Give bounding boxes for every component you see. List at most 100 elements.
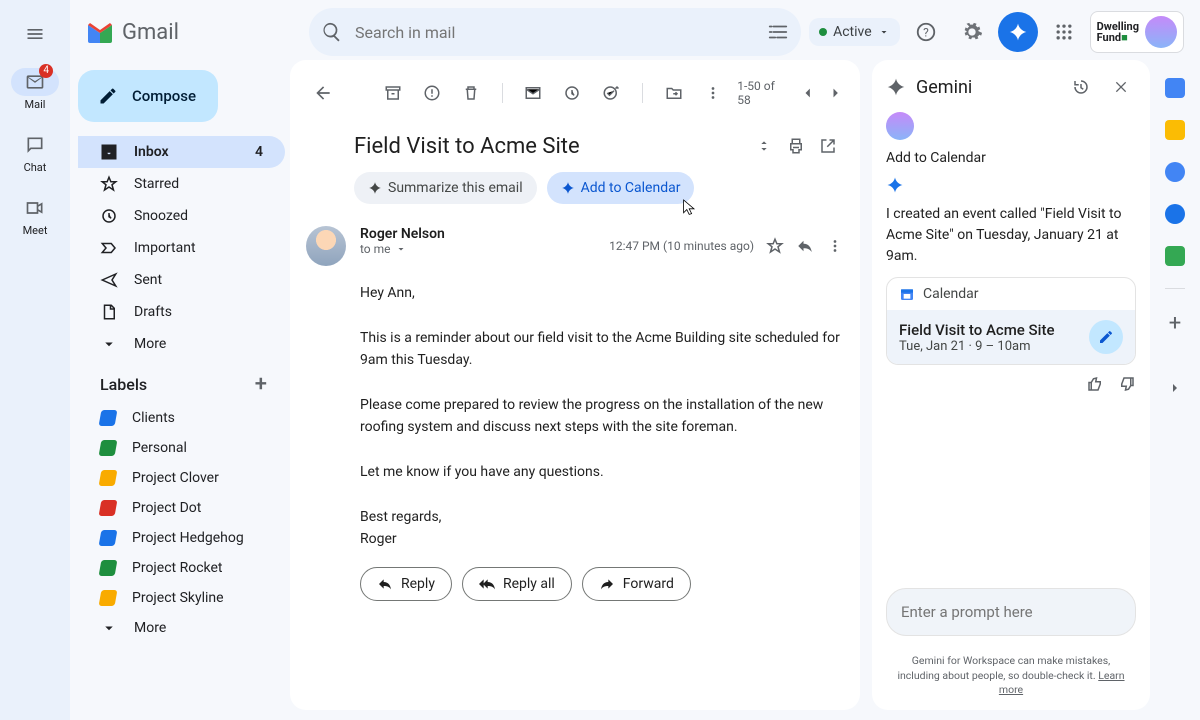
forward-button[interactable]: Forward xyxy=(582,567,691,601)
label-row[interactable]: Clients xyxy=(78,403,285,433)
gemini-button[interactable] xyxy=(998,12,1038,52)
page-prev-button[interactable] xyxy=(799,84,816,102)
reply-all-button[interactable]: Reply all xyxy=(462,567,572,601)
gemini-spark-icon xyxy=(1008,22,1028,42)
message-more-button[interactable] xyxy=(826,237,844,255)
label-row[interactable]: Project Clover xyxy=(78,463,285,493)
task-icon xyxy=(602,84,620,102)
side-app-add[interactable]: + xyxy=(1169,311,1181,336)
star-icon xyxy=(100,175,118,193)
gemini-response-text: I created an event called "Field Visit t… xyxy=(886,204,1136,267)
side-app-contacts[interactable] xyxy=(1165,204,1185,224)
spam-button[interactable] xyxy=(418,78,447,108)
nav-more[interactable]: More xyxy=(78,328,285,360)
settings-button[interactable] xyxy=(952,12,992,52)
thumbs-down-button[interactable] xyxy=(1118,375,1136,393)
gmail-logo-icon xyxy=(86,21,114,43)
nav-drafts[interactable]: Drafts xyxy=(78,296,285,328)
history-icon xyxy=(1072,78,1090,96)
side-rail-collapse[interactable] xyxy=(1167,380,1183,396)
gemini-calendar-card[interactable]: Calendar Field Visit to Acme Site Tue, J… xyxy=(886,277,1136,365)
unfold-icon xyxy=(756,138,772,154)
label-row[interactable]: Project Skyline xyxy=(78,583,285,613)
compose-button[interactable]: Compose xyxy=(78,70,218,122)
rail-mail[interactable]: 4 Mail xyxy=(11,62,59,117)
nav-more-label: More xyxy=(134,336,166,352)
more-vert-icon xyxy=(704,84,722,102)
message-body: Hey Ann, This is a reminder about our fi… xyxy=(306,266,844,561)
snooze-button[interactable] xyxy=(558,78,587,108)
expand-collapse-button[interactable] xyxy=(748,130,780,162)
important-icon xyxy=(100,239,118,257)
nav-starred[interactable]: Starred xyxy=(78,168,285,200)
nav-snoozed[interactable]: Snoozed xyxy=(78,200,285,232)
gemini-context-text: Add to Calendar xyxy=(886,150,1136,166)
star-button[interactable] xyxy=(766,237,784,255)
chevron-down-icon[interactable] xyxy=(395,243,407,255)
nav-sent[interactable]: Sent xyxy=(78,264,285,296)
add-label-button[interactable]: + xyxy=(255,372,267,397)
label-row[interactable]: Personal xyxy=(78,433,285,463)
print-button[interactable] xyxy=(780,130,812,162)
search-icon xyxy=(321,21,343,43)
thumbs-up-button[interactable] xyxy=(1086,375,1104,393)
move-button[interactable] xyxy=(659,78,688,108)
pencil-icon xyxy=(98,86,118,106)
delete-button[interactable] xyxy=(457,78,486,108)
help-button[interactable]: ? xyxy=(906,12,946,52)
label-name: Clients xyxy=(132,410,175,426)
search-options-icon[interactable] xyxy=(767,21,789,43)
side-app-tasks[interactable] xyxy=(1165,162,1185,182)
send-icon xyxy=(100,271,118,289)
gmail-logo[interactable]: Gmail xyxy=(86,20,301,45)
status-chip[interactable]: Active xyxy=(809,18,900,46)
label-name: Project Skyline xyxy=(132,590,224,606)
rail-meet[interactable]: Meet xyxy=(11,188,59,243)
summarize-chip-label: Summarize this email xyxy=(388,180,523,196)
gemini-close-button[interactable] xyxy=(1106,72,1136,102)
account-avatar[interactable] xyxy=(1145,16,1177,48)
side-app-voice[interactable] xyxy=(1165,246,1185,266)
gemini-prompt-input[interactable] xyxy=(901,603,1121,621)
search-input[interactable] xyxy=(343,23,767,42)
chevron-down-icon xyxy=(100,335,118,353)
gemini-history-button[interactable] xyxy=(1066,72,1096,102)
label-row[interactable]: Project Hedgehog xyxy=(78,523,285,553)
compose-label: Compose xyxy=(132,87,196,105)
side-app-calendar[interactable] xyxy=(1165,78,1185,98)
spark-icon xyxy=(561,181,575,195)
more-actions-button[interactable] xyxy=(698,78,727,108)
add-to-calendar-chip[interactable]: Add to Calendar xyxy=(547,172,695,204)
reply-icon-button[interactable] xyxy=(796,237,814,255)
add-task-button[interactable] xyxy=(597,78,626,108)
reply-button[interactable]: Reply xyxy=(360,567,452,601)
search-bar[interactable] xyxy=(309,8,801,56)
rail-chat[interactable]: Chat xyxy=(11,125,59,180)
label-row[interactable]: Project Rocket xyxy=(78,553,285,583)
back-button[interactable] xyxy=(306,76,339,110)
page-next-button[interactable] xyxy=(827,84,844,102)
org-switcher[interactable]: DwellingFund■ xyxy=(1090,11,1184,53)
side-app-keep[interactable] xyxy=(1165,120,1185,140)
nav-inbox[interactable]: Inbox 4 xyxy=(78,136,285,168)
label-name: Project Rocket xyxy=(132,560,222,576)
nav-inbox-label: Inbox xyxy=(134,144,169,160)
sender-avatar[interactable] xyxy=(306,226,346,266)
summarize-chip[interactable]: Summarize this email xyxy=(354,172,537,204)
mark-unread-button[interactable] xyxy=(519,78,548,108)
label-name: Project Clover xyxy=(132,470,219,486)
open-new-window-button[interactable] xyxy=(812,130,844,162)
gemini-prompt-box[interactable] xyxy=(886,588,1136,636)
arrow-back-icon xyxy=(313,83,333,103)
label-row[interactable]: Project Dot xyxy=(78,493,285,523)
apps-button[interactable] xyxy=(1044,12,1084,52)
labels-more[interactable]: More xyxy=(78,613,285,643)
archive-button[interactable] xyxy=(378,78,407,108)
spark-icon xyxy=(368,181,382,195)
nav-important[interactable]: Important xyxy=(78,232,285,264)
main-menu-button[interactable] xyxy=(15,14,55,54)
status-label: Active xyxy=(833,24,872,40)
gemini-edit-event-button[interactable] xyxy=(1089,320,1123,354)
gear-icon xyxy=(961,21,983,43)
pencil-icon xyxy=(1098,329,1114,345)
